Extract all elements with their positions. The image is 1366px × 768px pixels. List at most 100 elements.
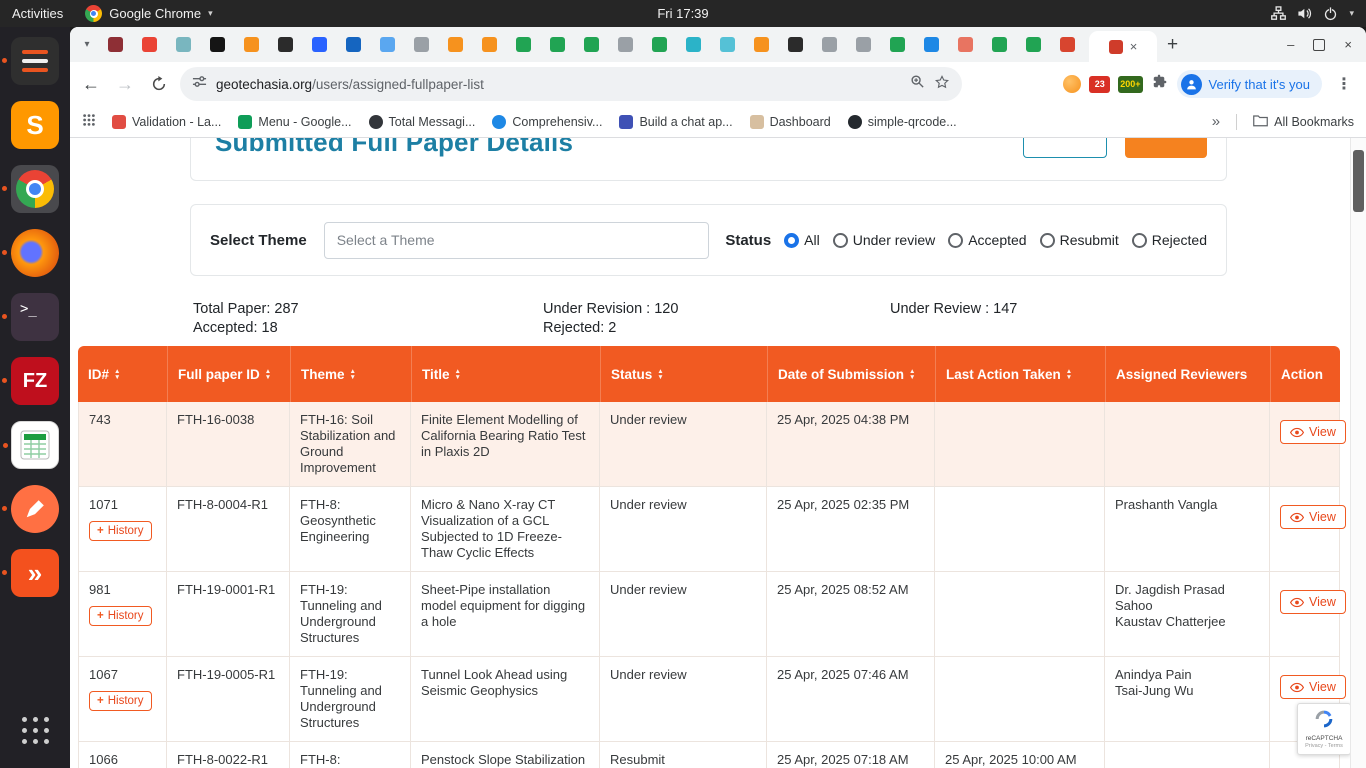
tab-favicon[interactable] (754, 37, 769, 52)
status-radio-under-review[interactable]: Under review (833, 232, 935, 248)
recaptcha-badge[interactable]: reCAPTCHA Privacy - Terms (1297, 703, 1351, 755)
tab-favicon[interactable] (278, 37, 293, 52)
tab-favicon[interactable] (244, 37, 259, 52)
tab-favicon[interactable] (1060, 37, 1075, 52)
tab-favicon[interactable] (856, 37, 871, 52)
tab-close-icon[interactable]: × (1130, 40, 1138, 53)
extension-green-badge[interactable]: 200+ (1118, 76, 1142, 93)
bookmark-item[interactable]: Build a chat ap... (619, 115, 732, 129)
tab-favicon[interactable] (788, 37, 803, 52)
profile-verify-button[interactable]: Verify that it's you (1177, 70, 1322, 98)
browser-menu-kebab-icon[interactable]: ⋮ (1330, 74, 1358, 94)
view-button[interactable]: View (1280, 590, 1346, 614)
history-button[interactable]: +History (89, 606, 152, 626)
tab-favicon[interactable] (550, 37, 565, 52)
status-radio-rejected[interactable]: Rejected (1132, 232, 1207, 248)
extensions-puzzle-icon[interactable] (1151, 73, 1169, 96)
tab-favicon[interactable] (686, 37, 701, 52)
theme-select[interactable]: Select a Theme (324, 222, 710, 259)
zoom-icon[interactable] (910, 74, 925, 94)
dock-calc-icon[interactable] (11, 421, 59, 469)
tab-favicon[interactable] (312, 37, 327, 52)
new-tab-button[interactable]: + (1167, 35, 1178, 54)
col-header-id[interactable]: ID#▲▼ (78, 346, 167, 402)
dock-chrome-icon[interactable] (11, 165, 59, 213)
col-header-date[interactable]: Date of Submission▲▼ (767, 346, 935, 402)
reload-button[interactable] (146, 71, 172, 97)
tab-favicon[interactable] (890, 37, 905, 52)
tab-favicon[interactable] (414, 37, 429, 52)
view-button[interactable]: View (1280, 420, 1346, 444)
tab-favicon[interactable] (142, 37, 157, 52)
dock-terminal-icon[interactable]: >_ (11, 293, 59, 341)
system-menu-caret-icon[interactable]: ▾ (1349, 8, 1354, 19)
bookmark-star-icon[interactable] (934, 74, 950, 95)
view-button[interactable]: View (1280, 675, 1346, 699)
dock-editor-icon[interactable] (11, 37, 59, 85)
dock-pen-app-icon[interactable] (11, 485, 59, 533)
bookmark-item[interactable]: simple-qrcode... (848, 115, 957, 129)
tab-favicon[interactable] (992, 37, 1007, 52)
power-icon[interactable] (1323, 6, 1338, 21)
maximize-button[interactable] (1313, 39, 1325, 51)
volume-icon[interactable] (1297, 6, 1312, 21)
close-window-button[interactable]: × (1344, 37, 1352, 52)
dock-filezilla-icon[interactable]: FZ (11, 357, 59, 405)
network-icon[interactable] (1271, 6, 1286, 21)
tab-favicon[interactable] (958, 37, 973, 52)
tab-favicon[interactable] (346, 37, 361, 52)
tab-favicon[interactable] (652, 37, 667, 52)
col-header-last-action[interactable]: Last Action Taken▲▼ (935, 346, 1105, 402)
col-header-theme[interactable]: Theme▲▼ (290, 346, 411, 402)
view-button[interactable]: View (1280, 505, 1346, 529)
scrollbar[interactable] (1350, 138, 1366, 768)
tab-favicon[interactable] (720, 37, 735, 52)
tab-search-button[interactable]: ▾ (76, 34, 98, 56)
history-button[interactable]: +History (89, 521, 152, 541)
back-button[interactable]: ← (78, 71, 104, 97)
recaptcha-links[interactable]: Privacy - Terms (1305, 743, 1343, 749)
header-action-button-1[interactable] (1023, 138, 1107, 158)
site-settings-icon[interactable] (192, 74, 207, 94)
col-header-status[interactable]: Status▲▼ (600, 346, 767, 402)
forward-button[interactable]: → (112, 71, 138, 97)
dock-firefox-icon[interactable] (11, 229, 59, 277)
active-tab[interactable]: × (1089, 31, 1157, 62)
scrollbar-thumb[interactable] (1353, 150, 1364, 212)
dock-sync-app-icon[interactable]: » (11, 549, 59, 597)
tab-favicon[interactable] (618, 37, 633, 52)
tab-favicon[interactable] (210, 37, 225, 52)
show-applications-button[interactable] (11, 706, 59, 754)
col-header-paper-id[interactable]: Full paper ID▲▼ (167, 346, 290, 402)
header-action-button-2[interactable] (1125, 138, 1207, 158)
tab-favicon[interactable] (482, 37, 497, 52)
tab-favicon[interactable] (822, 37, 837, 52)
bookmarks-overflow-button[interactable]: » (1212, 113, 1220, 130)
address-bar[interactable]: geotechasia.org/users/assigned-fullpaper… (180, 67, 962, 101)
dock-sublime-icon[interactable]: S (11, 101, 59, 149)
tab-favicon[interactable] (176, 37, 191, 52)
col-header-title[interactable]: Title▲▼ (411, 346, 600, 402)
bookmark-item[interactable]: Comprehensiv... (492, 115, 602, 129)
tab-favicon[interactable] (516, 37, 531, 52)
status-radio-accepted[interactable]: Accepted (948, 232, 1026, 248)
tab-favicon[interactable] (924, 37, 939, 52)
bookmark-item[interactable]: Total Messagi... (369, 115, 476, 129)
minimize-button[interactable]: – (1287, 37, 1294, 52)
extension-orange-icon[interactable] (1063, 75, 1081, 93)
apps-grid-icon[interactable] (82, 113, 96, 130)
tab-favicon[interactable] (448, 37, 463, 52)
clock[interactable]: Fri 17:39 (0, 6, 1366, 21)
tab-favicon[interactable] (108, 37, 123, 52)
history-button[interactable]: +History (89, 691, 152, 711)
bookmark-item[interactable]: Validation - La... (112, 115, 221, 129)
all-bookmarks-button[interactable]: All Bookmarks (1253, 114, 1354, 130)
tab-favicon[interactable] (1026, 37, 1041, 52)
status-radio-all[interactable]: All (784, 232, 820, 248)
tab-favicon[interactable] (380, 37, 395, 52)
extension-counter-badge[interactable]: 23 (1089, 76, 1110, 93)
status-radio-resubmit[interactable]: Resubmit (1040, 232, 1119, 248)
bookmark-item[interactable]: Menu - Google... (238, 115, 351, 129)
bookmark-item[interactable]: Dashboard (750, 115, 831, 129)
tab-favicon[interactable] (584, 37, 599, 52)
